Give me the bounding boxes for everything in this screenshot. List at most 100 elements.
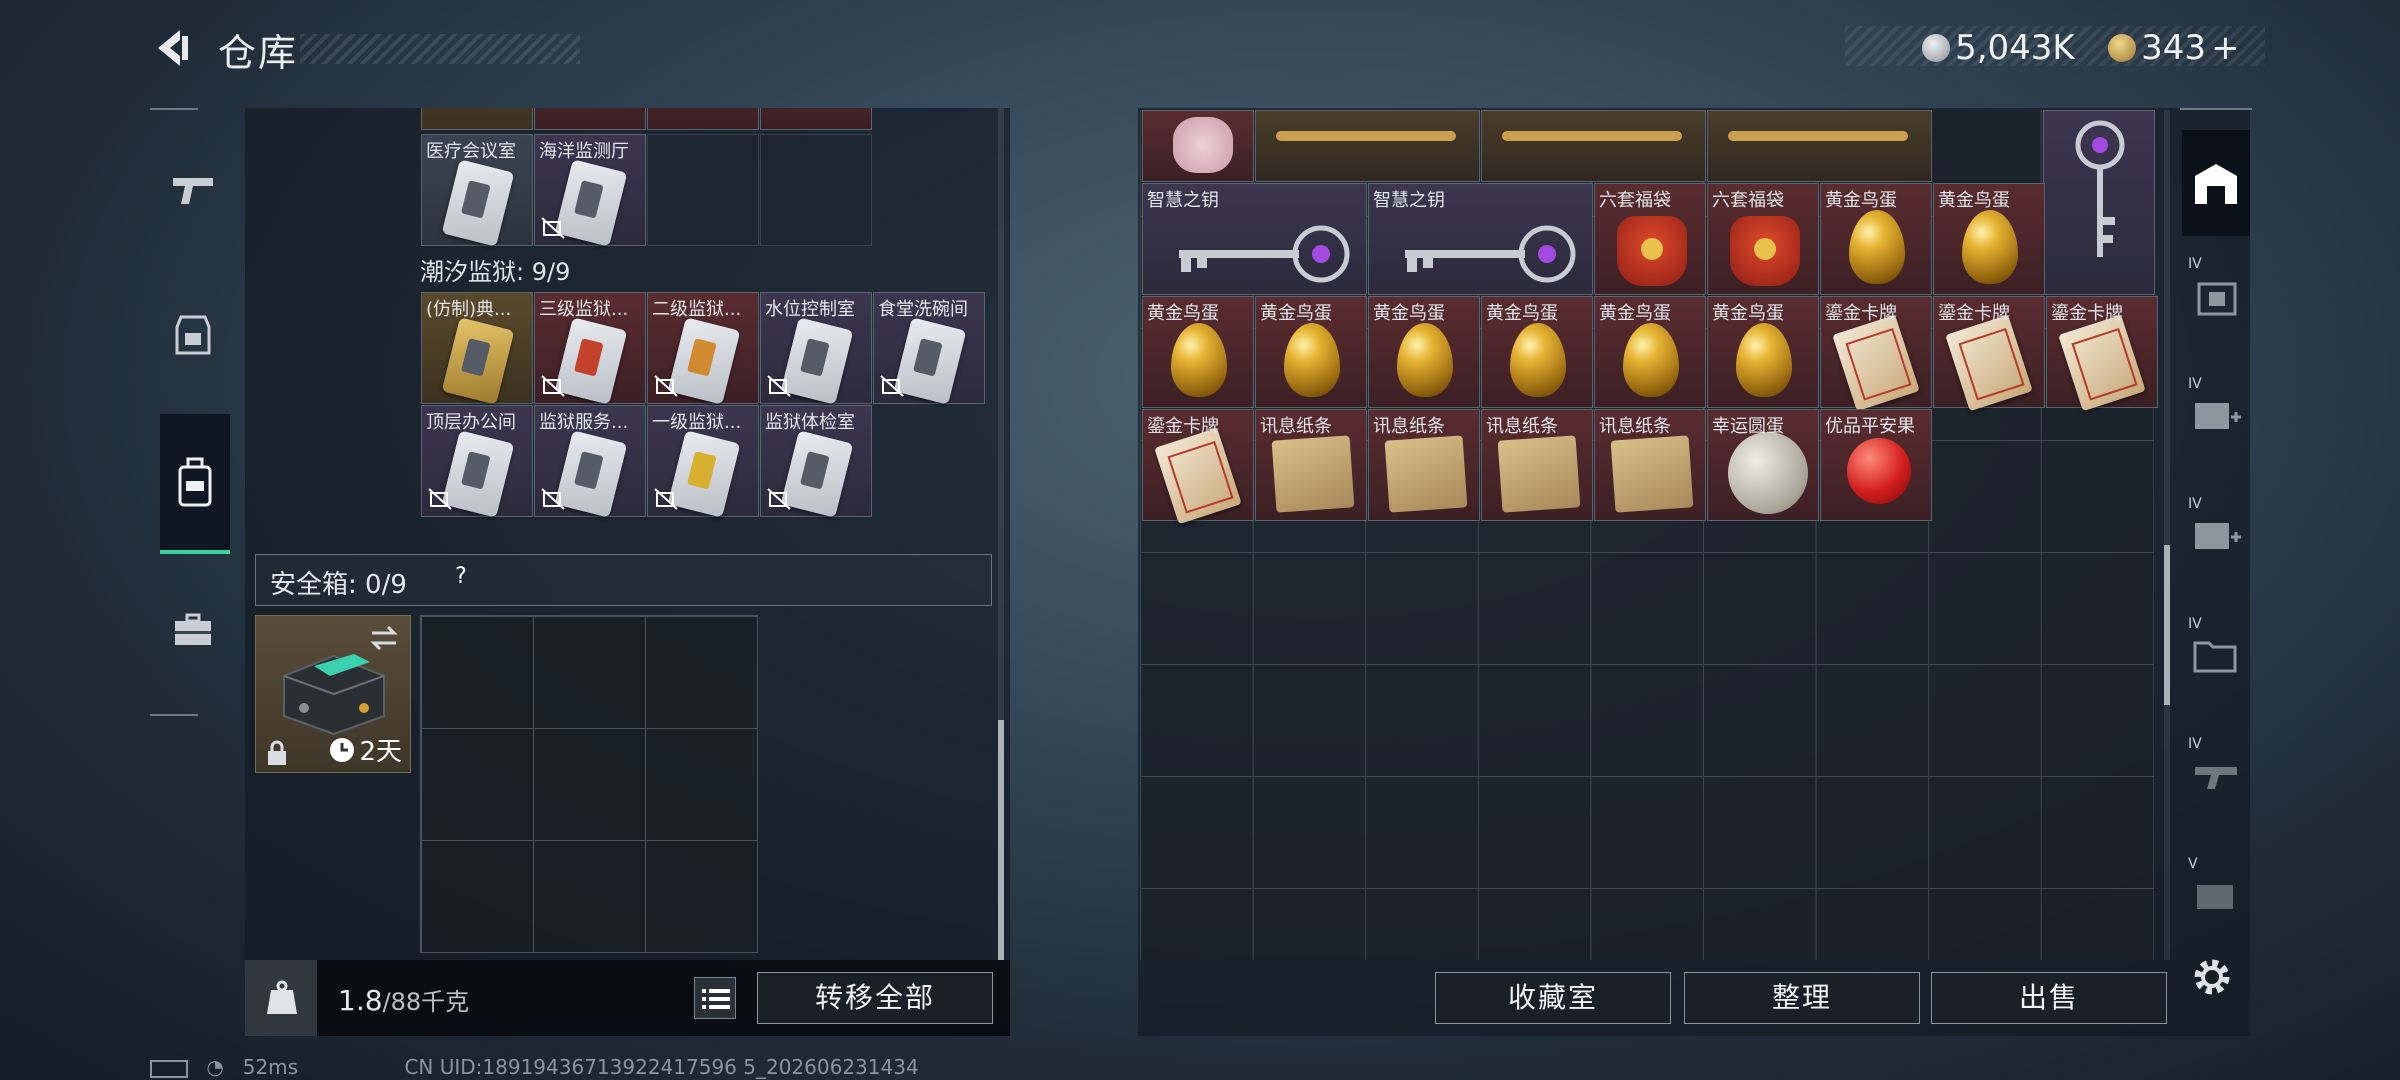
- warehouse-tab-6[interactable]: IV: [2182, 730, 2250, 820]
- expiry-timer: 2天: [329, 731, 402, 768]
- ticket-balance[interactable]: 343 +: [2108, 28, 2240, 68]
- sell-button[interactable]: 出售: [1931, 972, 2167, 1024]
- unbound-icon: [541, 217, 565, 239]
- lucky-bag-item[interactable]: 六套福袋: [1707, 183, 1819, 295]
- safe-box-label: 安全箱: 0/9: [270, 570, 407, 600]
- ornate-key-image: [1179, 225, 1350, 283]
- add-storage-icon: [2195, 523, 2241, 549]
- item-slot[interactable]: [1481, 110, 1706, 182]
- keycard-item[interactable]: 食堂洗碗间: [873, 292, 985, 405]
- keycard-item[interactable]: 监狱体检室: [760, 405, 872, 518]
- back-arrow-icon[interactable]: [150, 26, 194, 70]
- golden-egg-item[interactable]: 黄金鸟蛋: [1255, 296, 1367, 408]
- warehouse-tab-4[interactable]: IV: [2182, 490, 2250, 580]
- keycard-item[interactable]: 监狱服务...: [534, 405, 646, 518]
- warehouse-tab-7[interactable]: V: [2182, 850, 2250, 940]
- item-slot[interactable]: [534, 108, 646, 130]
- empty-slot[interactable]: [647, 134, 759, 246]
- backpack-scroll-thumb[interactable]: [998, 720, 1004, 960]
- message-note-item[interactable]: 讯息纸条: [1594, 409, 1706, 521]
- armor-storage-icon: [2197, 282, 2237, 316]
- unbound-icon: [541, 488, 565, 510]
- ticket-icon: [2108, 34, 2136, 62]
- section-title: 潮汐监狱: 9/9: [420, 258, 571, 286]
- unbound-icon: [428, 488, 452, 510]
- empty-slot[interactable]: [760, 134, 872, 246]
- message-note-item[interactable]: 讯息纸条: [1481, 409, 1593, 521]
- golden-egg-item[interactable]: 黄金鸟蛋: [1707, 296, 1819, 408]
- category-toolbox[interactable]: [158, 585, 228, 675]
- golden-egg-item[interactable]: 黄金鸟蛋: [1594, 296, 1706, 408]
- swap-icon[interactable]: [368, 624, 400, 652]
- transfer-all-button[interactable]: 转移全部: [757, 972, 993, 1024]
- keycard-item[interactable]: 二级监狱...: [647, 292, 759, 405]
- category-armor[interactable]: [158, 290, 228, 380]
- gilded-card-item[interactable]: 鎏金卡牌: [2046, 296, 2158, 412]
- gilded-card-image: [1832, 314, 1920, 412]
- message-note-item[interactable]: 讯息纸条: [1368, 409, 1480, 521]
- add-storage-icon: [2195, 403, 2241, 429]
- carry-weight: 1.8/88千克: [338, 984, 470, 1017]
- lock-icon: [268, 740, 286, 765]
- item-slot[interactable]: [760, 108, 872, 130]
- keycard-item[interactable]: 顶层办公间: [421, 405, 533, 518]
- unbound-icon: [767, 488, 791, 510]
- warehouse-tab-5[interactable]: IV: [2182, 610, 2250, 700]
- warehouse-tab-3[interactable]: IV: [2182, 370, 2250, 460]
- settings-button[interactable]: [2190, 955, 2234, 999]
- weapon-storage-icon: [2195, 767, 2237, 789]
- keycard-item[interactable]: 三级监狱...: [534, 292, 646, 405]
- warehouse-scrollbar[interactable]: [2164, 110, 2170, 960]
- golden-egg-image: [1962, 210, 2018, 284]
- item-slot[interactable]: [1707, 110, 1932, 182]
- keycard-item[interactable]: 一级监狱...: [647, 405, 759, 518]
- coin-icon: [1922, 34, 1950, 62]
- note-image: [1271, 435, 1355, 513]
- message-note-item[interactable]: 讯息纸条: [1255, 409, 1367, 521]
- warehouse-tab-main[interactable]: [2182, 130, 2250, 236]
- coin-balance: 5,043K: [1922, 28, 2075, 68]
- safe-box-item[interactable]: 2天: [255, 615, 411, 773]
- item-slot[interactable]: [1255, 110, 1480, 182]
- apple-item[interactable]: 优品平安果: [1820, 409, 1932, 521]
- golden-egg-item[interactable]: 黄金鸟蛋: [1820, 183, 1932, 295]
- keycard-item[interactable]: (仿制)典...: [421, 292, 533, 405]
- wifi-icon: ◔: [206, 1055, 224, 1079]
- item-slot[interactable]: [421, 108, 533, 130]
- sort-button[interactable]: 整理: [1684, 972, 1920, 1024]
- collection-room-button[interactable]: 收藏室: [1435, 972, 1671, 1024]
- keycard-item[interactable]: 海洋监测厅: [534, 134, 646, 247]
- unbound-icon: [767, 375, 791, 397]
- wisdom-key-item[interactable]: 智慧之钥: [1142, 183, 1367, 295]
- wisdom-key-item[interactable]: 智慧之钥: [1368, 183, 1593, 295]
- category-weapons[interactable]: [158, 145, 228, 235]
- warehouse-scroll-thumb[interactable]: [2164, 545, 2170, 705]
- gilded-card-item[interactable]: 鎏金卡牌: [1820, 296, 1932, 412]
- weight-icon: [267, 980, 297, 1014]
- safe-box-grid[interactable]: [420, 615, 758, 953]
- keycard-item[interactable]: 水位控制室: [760, 292, 872, 405]
- warehouse-tab-2[interactable]: IV: [2182, 250, 2250, 340]
- list-icon: [702, 989, 730, 1009]
- item-slot[interactable]: [1142, 110, 1254, 182]
- lucky-bag-item[interactable]: 六套福袋: [1594, 183, 1706, 295]
- lucky-egg-item[interactable]: 幸运圆蛋: [1707, 409, 1819, 521]
- figurine-image: [1173, 117, 1233, 173]
- golden-egg-item[interactable]: 黄金鸟蛋: [1142, 296, 1254, 408]
- golden-egg-item[interactable]: 黄金鸟蛋: [1368, 296, 1480, 408]
- golden-egg-item[interactable]: 黄金鸟蛋: [1933, 183, 2045, 295]
- category-backpack[interactable]: [160, 414, 230, 554]
- locked-storage-icon: [2197, 885, 2233, 909]
- golden-egg-item[interactable]: 黄金鸟蛋: [1481, 296, 1593, 408]
- ornate-key-image: [1405, 225, 1576, 283]
- help-button[interactable]: ?: [448, 564, 474, 590]
- keycard-item[interactable]: 医疗会议室: [421, 134, 533, 247]
- gilded-card-item[interactable]: 鎏金卡牌: [1142, 409, 1254, 525]
- list-view-button[interactable]: [694, 977, 736, 1019]
- item-slot[interactable]: [647, 108, 759, 130]
- gun-icon: [173, 178, 213, 204]
- toolbox-icon: [175, 613, 211, 645]
- gilded-card-item[interactable]: 鎏金卡牌: [1933, 296, 2045, 412]
- add-currency-button[interactable]: +: [2211, 28, 2240, 68]
- scepter-key-item[interactable]: [2043, 110, 2155, 295]
